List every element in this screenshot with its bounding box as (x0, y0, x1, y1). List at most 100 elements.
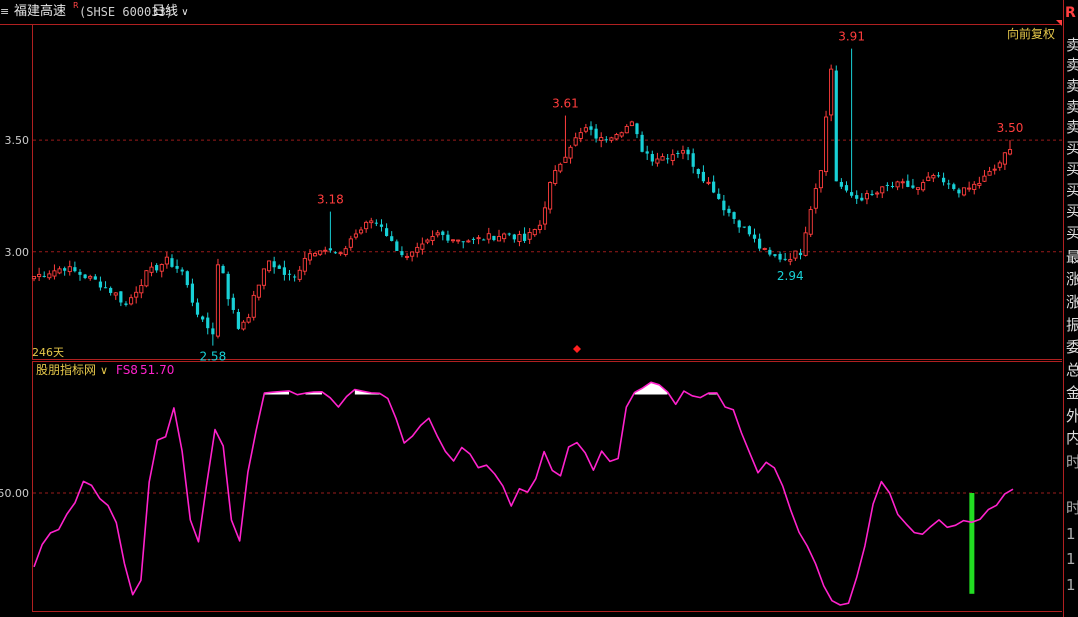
candle-body (813, 188, 818, 209)
candle-body (103, 287, 108, 289)
quote-panel-label: 卖 (1066, 38, 1078, 53)
quote-panel-label: 总 (1066, 363, 1078, 378)
candle-body (522, 233, 527, 241)
candle-body (517, 234, 522, 242)
candle-body (972, 183, 977, 190)
candle-body (696, 169, 700, 175)
candle-body (318, 250, 323, 255)
quote-panel-label: 1 (1066, 576, 1076, 594)
candle-body (997, 162, 1002, 168)
candle-body (348, 238, 353, 248)
candle-body (441, 231, 445, 235)
candle-body (855, 195, 859, 199)
stock-chart[interactable]: 3.00 3.50 3.91 3.61 3.18 3.50 2.94 2.58 向前复权 246天… (0, 0, 1062, 617)
candle-body (42, 275, 46, 277)
quote-panel-label: 买 (1066, 204, 1078, 219)
candle-body (164, 256, 169, 265)
price-axis-label: 3.50 (5, 134, 30, 147)
candle-body (941, 177, 946, 183)
price-high-label: 3.91 (838, 30, 865, 44)
candle-body (507, 233, 511, 235)
candle-body (706, 181, 711, 184)
candle-body (850, 192, 854, 196)
candle-body (947, 183, 951, 185)
candle-body (400, 251, 404, 256)
candle-body (676, 152, 680, 154)
candle-body (640, 134, 644, 152)
candle-body (67, 266, 72, 273)
candle-body (63, 268, 67, 271)
quote-panel: R 卖卖卖卖卖买买买买买最涨涨振委总金外内时时111 (1063, 0, 1078, 617)
candle-body (149, 266, 154, 273)
candle-body (798, 252, 803, 256)
candle-body (895, 181, 900, 188)
candle-body (793, 250, 798, 259)
price-high-label: 3.50 (997, 121, 1024, 135)
candle-body (313, 253, 318, 257)
candle-body (144, 270, 149, 287)
candle-body (492, 235, 496, 241)
candle-body (109, 287, 113, 293)
candle-body (717, 193, 721, 199)
candle-body (961, 187, 967, 196)
indicator-source-label[interactable]: 股朋指标网 (36, 362, 96, 377)
candle-body (712, 181, 716, 193)
candle-body (614, 134, 619, 140)
candle-body (52, 270, 57, 277)
candle-body (338, 252, 343, 255)
candle-body (282, 267, 286, 275)
candle-body (686, 149, 690, 155)
quote-panel-label: 内 (1066, 431, 1078, 446)
candle-body (609, 137, 614, 141)
candle-body (277, 265, 281, 269)
chevron-down-icon[interactable]: ∨ (100, 364, 108, 377)
candle-body (635, 123, 639, 135)
candle-body (425, 239, 430, 243)
candle-body (537, 224, 542, 230)
candle-body (390, 236, 394, 241)
quote-panel-label: 买 (1066, 226, 1078, 241)
candle-body (353, 233, 358, 238)
candle-body (251, 294, 256, 318)
candle-body (267, 260, 272, 272)
candle-body (762, 247, 767, 250)
adjust-mode-label[interactable]: 向前复权 (1007, 26, 1055, 41)
price-high-label: 3.61 (552, 97, 579, 111)
candle-body (420, 243, 425, 250)
candle-body (987, 170, 992, 176)
candle-body (211, 328, 215, 335)
indicator-name: FS8 (116, 363, 138, 377)
candle-body (532, 229, 537, 236)
candle-body (272, 261, 276, 268)
candle-body (236, 311, 240, 329)
candle-body (875, 192, 880, 195)
quote-panel-label: 时 (1066, 455, 1078, 470)
candle-body (221, 265, 225, 274)
candle-body (860, 197, 864, 201)
candles (31, 48, 1013, 346)
indicator-value: 51.70 (140, 363, 174, 377)
candle-body (502, 233, 507, 240)
candle-body (246, 317, 251, 323)
quote-panel-label: 最 (1066, 250, 1078, 265)
candle-body (808, 209, 813, 235)
candle-body (415, 246, 420, 253)
candle-body (323, 249, 328, 252)
candle-body (446, 234, 450, 241)
candle-body (906, 180, 910, 187)
candle-body (737, 220, 741, 228)
candle-body (57, 268, 62, 274)
candle-body (201, 316, 205, 320)
candle-body (548, 182, 553, 210)
candle-body (512, 234, 516, 240)
candle-body (722, 200, 726, 211)
candle-body (977, 182, 982, 186)
candle-body (957, 189, 961, 194)
candle-body (864, 193, 869, 200)
candle-body (139, 285, 144, 294)
candle-body (159, 264, 164, 272)
bars-count-label: 246天 (32, 346, 64, 359)
candle-body (170, 258, 174, 267)
candle-body (93, 276, 97, 280)
candle-body (466, 240, 471, 243)
